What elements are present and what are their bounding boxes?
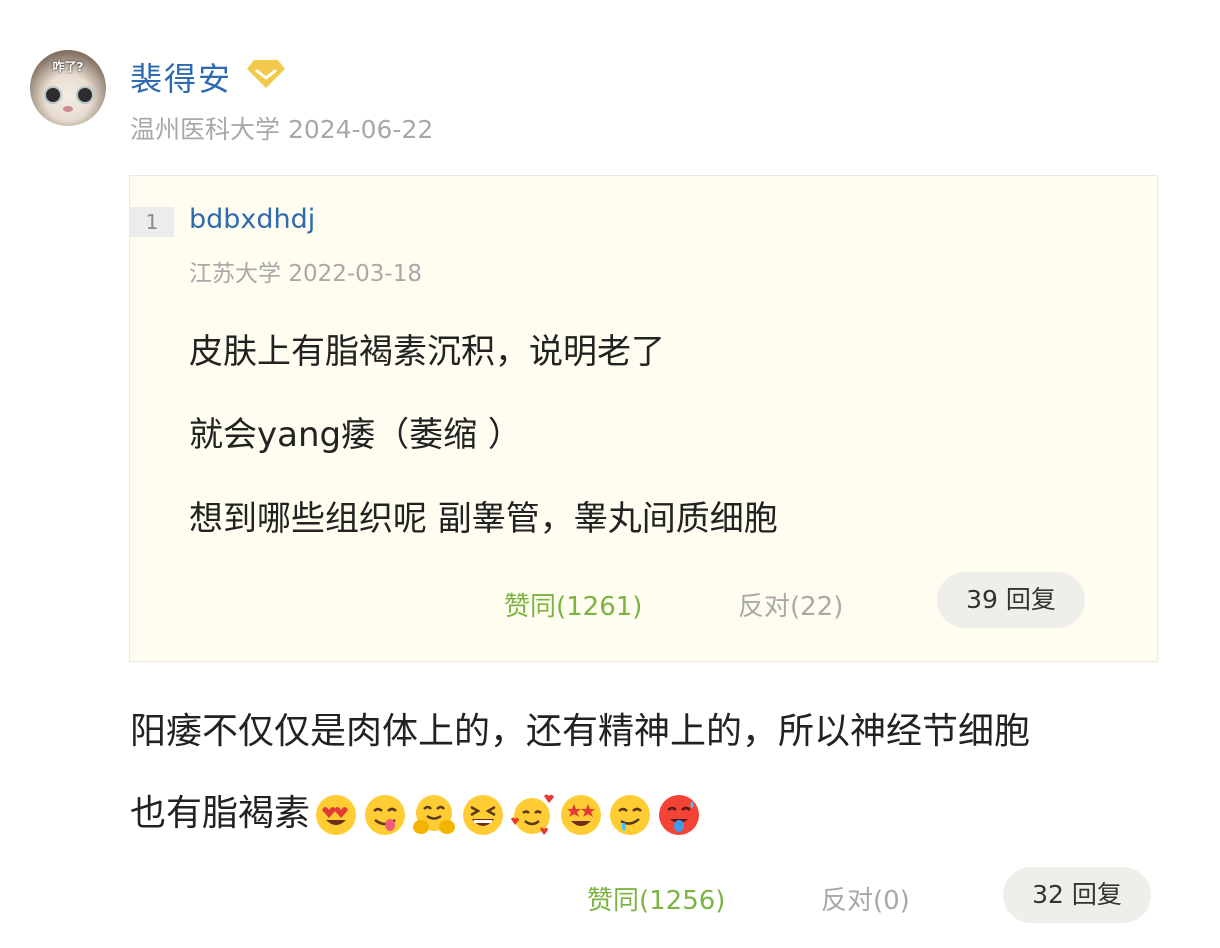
quote-text-line: 就会yang痿（萎缩 ） xyxy=(189,415,522,455)
avatar-nose xyxy=(63,106,73,112)
avatar-right-eye xyxy=(76,86,94,104)
quote-reply-button[interactable]: 39 回复 xyxy=(937,572,1085,628)
comment-text-line: 阳痿不仅仅是肉体上的，还有精神上的，所以神经节细胞 xyxy=(130,711,1031,752)
avatar-left-eye xyxy=(44,86,62,104)
heart-eyes-emoji xyxy=(316,795,357,835)
laughing-emoji xyxy=(463,795,504,835)
agree-button[interactable]: 赞同(1256) xyxy=(587,880,725,917)
avatar-caption: 咋了? xyxy=(52,60,84,74)
reply-button[interactable]: 32 回复 xyxy=(1003,867,1151,923)
author-date: 2024-06-22 xyxy=(287,115,434,144)
hot-face-emoji xyxy=(659,795,700,835)
author-meta: 温州医科大学 2024-06-22 xyxy=(130,110,433,146)
hugging-emoji xyxy=(413,795,456,834)
quote-index: 1 xyxy=(130,207,174,237)
star-struck-emoji xyxy=(561,795,602,835)
quoted-comment: 1 bdbxdhdj 江苏大学 2022-03-18 皮肤上有脂褐素沉积，说明老… xyxy=(129,175,1158,662)
quote-text-line: 皮肤上有脂褐素沉积，说明老了 xyxy=(189,332,665,372)
quote-school: 江苏大学 xyxy=(189,261,281,287)
quote-meta: 江苏大学 2022-03-18 xyxy=(189,254,422,288)
author-school: 温州医科大学 xyxy=(130,115,281,144)
quote-disagree-button[interactable]: 反对(22) xyxy=(738,586,843,623)
quote-author-name[interactable]: bdbxdhdj xyxy=(189,204,315,235)
quote-date: 2022-03-18 xyxy=(288,261,422,287)
quote-text-line: 想到哪些组织呢 副睾管，睾丸间质细胞 xyxy=(189,499,778,539)
author-avatar[interactable]: 咋了? xyxy=(30,50,106,126)
quote-agree-button[interactable]: 赞同(1261) xyxy=(504,586,642,623)
comment-text: 也有脂褐素 xyxy=(130,793,311,834)
disagree-button[interactable]: 反对(0) xyxy=(821,880,910,917)
comment-text-line-2: 也有脂褐素 xyxy=(130,784,706,837)
author-name[interactable]: 裴得安 xyxy=(130,54,232,100)
drooling-emoji xyxy=(610,795,651,835)
diamond-badge-icon xyxy=(247,60,285,88)
emoji-row xyxy=(314,793,706,837)
smiling-hearts-emoji xyxy=(511,794,555,835)
yum-emoji xyxy=(365,795,406,835)
